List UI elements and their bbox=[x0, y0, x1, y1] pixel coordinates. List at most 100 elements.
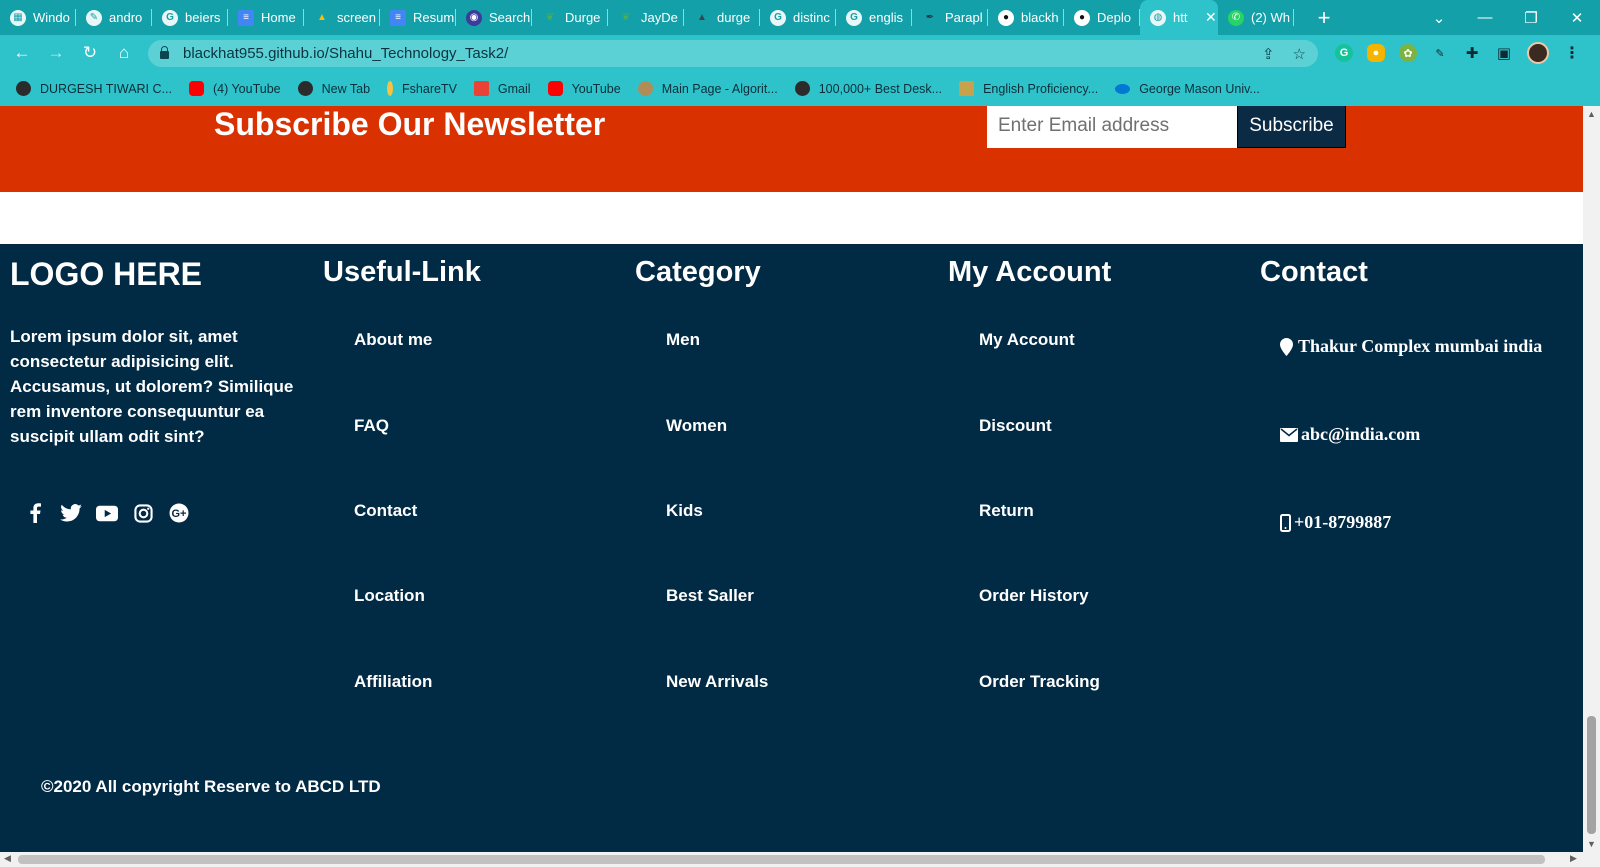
account-link-discount[interactable]: Discount bbox=[979, 416, 1052, 436]
account-link-order-history[interactable]: Order History bbox=[979, 586, 1089, 606]
browser-tab[interactable]: ≡ Resum bbox=[380, 0, 456, 35]
bookmark-item[interactable]: New Tab bbox=[297, 81, 370, 96]
facebook-icon[interactable] bbox=[24, 502, 46, 524]
contact-email-text[interactable]: abc@india.com bbox=[1301, 424, 1420, 445]
browser-tab[interactable]: ✒ Parapl bbox=[912, 0, 988, 35]
bookmark-item[interactable]: 100,000+ Best Desk... bbox=[794, 81, 942, 96]
url-text[interactable]: blackhat955.github.io/Shahu_Technology_T… bbox=[183, 45, 508, 62]
browser-tab[interactable]: ● blackh bbox=[988, 0, 1064, 35]
extension-icon[interactable]: ✎ bbox=[1431, 44, 1449, 62]
close-icon[interactable]: ✕ bbox=[1205, 9, 1217, 26]
share-icon[interactable]: ⇪ bbox=[1262, 45, 1275, 63]
social-links: G+ bbox=[24, 502, 190, 524]
bookmark-item[interactable]: George Mason Univ... bbox=[1115, 82, 1260, 96]
footer-link-location[interactable]: Location bbox=[354, 586, 425, 606]
category-link-kids[interactable]: Kids bbox=[666, 501, 703, 521]
scrollbar-thumb[interactable] bbox=[1587, 716, 1596, 834]
browser-tab[interactable]: ❦ JayDe bbox=[608, 0, 684, 35]
whatsapp-icon: ✆ bbox=[1228, 9, 1244, 26]
forward-icon[interactable]: → bbox=[39, 43, 73, 63]
android-icon: ✎ bbox=[86, 9, 102, 26]
extension-area: G ● ✿ ✎ ✚ ▣ ⋮ bbox=[1335, 42, 1581, 64]
contact-phone-text[interactable]: +01-8799887 bbox=[1294, 512, 1391, 533]
drive-icon: ▲ bbox=[317, 12, 327, 23]
category-link-women[interactable]: Women bbox=[666, 416, 727, 436]
bookmark-item[interactable]: (4) YouTube bbox=[188, 81, 281, 96]
address-bar[interactable]: blackhat955.github.io/Shahu_Technology_T… bbox=[148, 40, 1318, 67]
extensions-puzzle-icon[interactable]: ✚ bbox=[1463, 44, 1481, 62]
browser-tab[interactable]: Gdistinc bbox=[760, 0, 836, 35]
vertical-scrollbar[interactable]: ▲ ▼ bbox=[1583, 106, 1600, 852]
about-text: Lorem ipsum dolor sit, amet consectetur … bbox=[10, 327, 294, 446]
new-tab-button[interactable]: + bbox=[1312, 5, 1336, 31]
feather-icon: ✒ bbox=[925, 12, 935, 23]
scroll-right-icon[interactable]: ▶ bbox=[1570, 853, 1577, 864]
extension-icon[interactable]: ✿ bbox=[1399, 44, 1417, 62]
scrollbar-thumb[interactable] bbox=[18, 855, 1545, 864]
category-title: Category bbox=[635, 256, 761, 288]
account-link-return[interactable]: Return bbox=[979, 501, 1034, 521]
contact-email[interactable]: abc@india.com bbox=[1280, 424, 1420, 445]
scroll-down-icon[interactable]: ▼ bbox=[1587, 839, 1596, 849]
bookmark-item[interactable]: YouTube bbox=[547, 81, 621, 96]
newsletter-section: Subscribe Our Newsletter Subscribe bbox=[0, 106, 1583, 192]
google-plus-icon[interactable]: G+ bbox=[168, 502, 190, 524]
browser-tab[interactable]: ✎ andro bbox=[76, 0, 152, 35]
google-icon: G bbox=[162, 9, 178, 26]
tab-search-icon[interactable]: ⌄ bbox=[1416, 9, 1462, 27]
browser-tab[interactable]: ❦ Durge bbox=[532, 0, 608, 35]
browser-tab[interactable]: ● Deplo bbox=[1064, 0, 1140, 35]
bookmark-item[interactable]: FshareTV bbox=[387, 81, 457, 96]
scroll-left-icon[interactable]: ◀ bbox=[4, 853, 11, 864]
cloud-icon bbox=[1115, 83, 1131, 94]
browser-tab[interactable]: ≡ Home bbox=[228, 0, 304, 35]
cu-icon bbox=[959, 81, 975, 96]
extension-icon[interactable]: ● bbox=[1367, 44, 1385, 62]
restore-icon[interactable]: ❐ bbox=[1508, 9, 1554, 27]
email-field[interactable] bbox=[987, 106, 1237, 148]
browser-tab[interactable]: ▲ screen bbox=[304, 0, 380, 35]
grammarly-icon[interactable]: G bbox=[1335, 44, 1353, 62]
reload-icon[interactable]: ↻ bbox=[73, 43, 107, 63]
bookmark-item[interactable]: DURGESH TIWARI C... bbox=[16, 81, 172, 96]
subscribe-button[interactable]: Subscribe bbox=[1237, 106, 1346, 148]
footer-link-contact[interactable]: Contact bbox=[354, 501, 417, 521]
instagram-icon[interactable] bbox=[132, 502, 154, 524]
side-panel-icon[interactable]: ▣ bbox=[1495, 44, 1513, 62]
minimize-icon[interactable]: — bbox=[1462, 9, 1508, 26]
browser-tab-active[interactable]: ◍ htt ✕ bbox=[1140, 0, 1218, 35]
globe-icon bbox=[794, 81, 810, 96]
account-link-my-account[interactable]: My Account bbox=[979, 330, 1075, 350]
avatar[interactable] bbox=[1527, 42, 1549, 64]
bookmark-star-icon[interactable]: ☆ bbox=[1293, 45, 1306, 63]
footer-link-affiliation[interactable]: Affiliation bbox=[354, 672, 432, 692]
horizontal-scrollbar[interactable]: ◀ ▶ bbox=[0, 852, 1600, 867]
scroll-up-icon[interactable]: ▲ bbox=[1587, 109, 1596, 119]
close-window-icon[interactable]: ✕ bbox=[1554, 9, 1600, 27]
footer-link-about[interactable]: About me bbox=[354, 330, 432, 350]
footer-link-faq[interactable]: FAQ bbox=[354, 416, 389, 436]
category-link-best-saller[interactable]: Best Saller bbox=[666, 586, 754, 606]
contact-phone[interactable]: +01-8799887 bbox=[1280, 512, 1391, 533]
browser-tab[interactable]: ▲ durge bbox=[684, 0, 760, 35]
browser-tab[interactable]: ✆ (2) Wh bbox=[1218, 0, 1294, 35]
youtube-icon[interactable] bbox=[96, 502, 118, 524]
bookmark-item[interactable]: Main Page - Algorit... bbox=[637, 81, 778, 96]
home-icon[interactable]: ⌂ bbox=[107, 43, 141, 63]
menu-icon[interactable]: ⋮ bbox=[1563, 44, 1581, 62]
bookmark-item[interactable]: Gmail bbox=[473, 81, 531, 96]
window-controls: ⌄ — ❐ ✕ bbox=[1416, 0, 1600, 35]
account-link-order-tracking[interactable]: Order Tracking bbox=[979, 672, 1100, 692]
browser-toolbar: ← → ↻ ⌂ blackhat955.github.io/Shahu_Tech… bbox=[0, 35, 1600, 71]
back-icon[interactable]: ← bbox=[5, 43, 39, 63]
bookmark-item[interactable]: English Proficiency... bbox=[959, 81, 1098, 96]
browser-tab[interactable]: ▦ Windo bbox=[0, 0, 76, 35]
browser-tab[interactable]: Genglis bbox=[836, 0, 912, 35]
category-link-men[interactable]: Men bbox=[666, 330, 700, 350]
browser-tab[interactable]: Gbeiers bbox=[152, 0, 228, 35]
gmail-icon bbox=[473, 81, 489, 96]
twitter-icon[interactable] bbox=[60, 502, 82, 524]
lock-icon[interactable] bbox=[160, 46, 169, 59]
category-link-new-arrivals[interactable]: New Arrivals bbox=[666, 672, 768, 692]
browser-tab[interactable]: ◉ Search bbox=[456, 0, 532, 35]
